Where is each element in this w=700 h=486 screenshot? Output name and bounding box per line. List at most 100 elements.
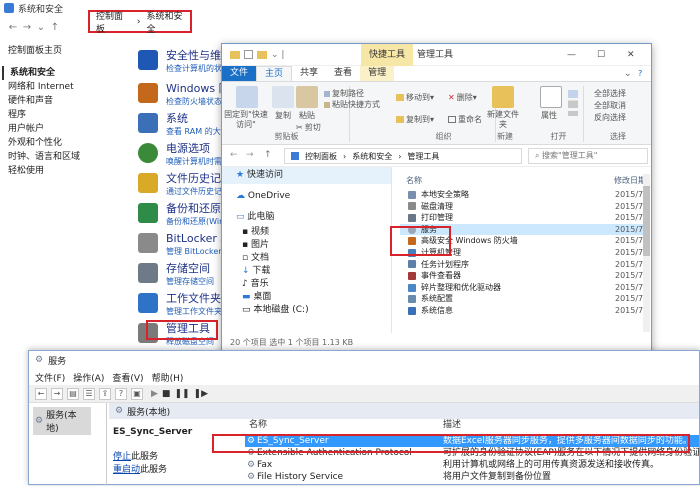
select-none-button[interactable]: 全部取消 (594, 100, 626, 111)
quick-access-dropdown-icon[interactable]: ⌄ | (271, 50, 284, 60)
cat-sub[interactable]: 管理工作文件夹 (166, 306, 222, 317)
cat-sub[interactable]: 管理 BitLocker 驱 (166, 246, 222, 257)
cat-title[interactable]: 文件历史记 (166, 172, 222, 186)
cat-power[interactable]: 电源选项唤醒计算机时需要 (166, 142, 222, 167)
cat-sub[interactable]: 备份和还原(Windo (166, 216, 222, 227)
cat-title[interactable]: 备份和还原(W (166, 202, 222, 216)
new-folder-button[interactable]: 新建文件夹 (486, 110, 520, 130)
menu-help[interactable]: 帮助(H) (152, 371, 184, 384)
paste-button[interactable]: 粘贴 (299, 110, 315, 121)
export-icon[interactable]: ⇪ (99, 387, 111, 400)
nav-user-accounts[interactable]: 用户帐户 (8, 122, 108, 136)
back-icon[interactable]: ← (35, 387, 47, 400)
close-icon[interactable]: ✕ (627, 50, 635, 60)
cat-system[interactable]: 系统查看 RAM 的大小 (166, 112, 222, 137)
cat-work-folders[interactable]: 工作文件夹 管理工作文件夹 (166, 292, 222, 317)
cat-sub[interactable]: 通过文件历史记 (166, 186, 222, 197)
explorer-search-input[interactable]: ⌕ 搜索"管理工具" (528, 148, 648, 164)
sidebar-downloads[interactable]: ↓ 下载 (222, 265, 391, 278)
tab-file[interactable]: 文件 (222, 66, 257, 81)
sidebar-quick-access[interactable]: ★ 快速访问 (222, 167, 391, 184)
cat-file-history[interactable]: 文件历史记 通过文件历史记 (166, 172, 222, 197)
menu-action[interactable]: 操作(A) (73, 371, 104, 384)
maximize-icon[interactable]: ☐ (597, 50, 605, 60)
explorer-address-bar[interactable]: 控制面板 › 系统和安全 › 管理工具 (284, 148, 522, 164)
file-item[interactable]: 磁盘清理 2015/7/ (400, 201, 650, 213)
service-row[interactable]: ⚙ File History Service 将用户文件复制到备份位置 (245, 471, 699, 483)
cat-title[interactable]: 工作文件夹 (166, 292, 222, 306)
tab-home[interactable]: 主页 (256, 66, 293, 81)
nav-clock-language[interactable]: 时钟、语言和区域 (8, 150, 108, 164)
nav-appearance[interactable]: 外观和个性化 (8, 136, 108, 150)
service-row[interactable]: ⚙ Fax 利用计算机或网络上的可用传真资源发送和接收传真。 (245, 459, 699, 471)
column-header-description[interactable]: 描述 (443, 419, 461, 431)
cat-backup[interactable]: 备份和还原(W备份和还原(Windo (166, 202, 222, 227)
file-item[interactable]: 事件查看器 2015/7/ (400, 270, 650, 282)
cat-storage-spaces[interactable]: 存储空间 管理存储空间 (166, 262, 222, 287)
back-icon[interactable]: ← (230, 150, 238, 160)
pause-icon[interactable]: ❚❚ (174, 389, 189, 399)
help-icon[interactable]: ? (115, 387, 127, 400)
tab-share[interactable]: 共享 (292, 66, 326, 81)
sidebar-music[interactable]: ♪ 音乐 (222, 278, 391, 291)
column-header-name[interactable]: 名称 (406, 175, 422, 186)
menu-file[interactable]: 文件(F) (35, 371, 65, 384)
copy-to-button[interactable]: 复制到 ▾ (396, 114, 434, 125)
recent-dropdown-icon[interactable]: ⌄ (34, 22, 48, 33)
back-icon[interactable]: ← (6, 22, 20, 33)
help-icon[interactable]: ? (638, 69, 642, 78)
cat-title[interactable]: 存储空间 (166, 262, 222, 276)
breadcrumb-item[interactable]: 系统和安全 (146, 9, 190, 35)
sidebar-this-pc[interactable]: ▭ 此电脑 (222, 209, 391, 226)
cat-title[interactable]: 电源选项 (166, 142, 222, 156)
show-tree-icon[interactable]: ▤ (67, 387, 79, 400)
stop-service-link[interactable]: 停止 (113, 452, 131, 462)
breadcrumb-item[interactable]: 控制面板 (96, 9, 131, 35)
menu-view[interactable]: 查看(V) (112, 371, 143, 384)
nav-programs[interactable]: 程序 (8, 108, 108, 122)
properties-icon[interactable]: ▣ (131, 387, 143, 400)
file-item[interactable]: 碎片整理和优化驱动器 2015/7/ (400, 282, 650, 294)
path-item[interactable]: 系统和安全 (352, 151, 392, 162)
file-list-scrollbar[interactable] (643, 174, 650, 332)
properties-quick-icon[interactable] (244, 50, 253, 59)
select-all-button[interactable]: 全部选择 (594, 88, 626, 99)
cat-title[interactable]: BitLocker 驱 (166, 232, 222, 246)
forward-icon[interactable]: → (51, 387, 63, 400)
nav-hardware[interactable]: 硬件和声音 (8, 94, 108, 108)
cat-sub[interactable]: 唤醒计算机时需要 (166, 156, 222, 167)
paste-shortcut-button[interactable]: 粘贴快捷方式 (324, 99, 380, 110)
sidebar-onedrive[interactable]: ☁ OneDrive (222, 188, 391, 205)
cat-sub[interactable]: 管理存储空间 (166, 276, 222, 287)
sidebar-pictures[interactable]: ▪ 图片 (222, 239, 391, 252)
file-item[interactable]: 系统配置 2015/7/ (400, 293, 650, 305)
pin-button[interactable]: 固定到"快速访问" (224, 110, 268, 130)
path-item[interactable]: 管理工具 (407, 151, 439, 162)
copy-button[interactable]: 复制 (275, 110, 291, 121)
file-item[interactable]: 任务计划程序 2015/7/ (400, 259, 650, 271)
path-item[interactable]: 控制面板 (305, 151, 337, 162)
invert-selection-button[interactable]: 反向选择 (594, 112, 626, 123)
minimize-icon[interactable]: — (567, 50, 576, 60)
tab-manage[interactable]: 管理 (360, 66, 395, 81)
nav-home[interactable]: 控制面板主页 (8, 44, 108, 58)
tab-view[interactable]: 查看 (326, 66, 360, 81)
sidebar-local-disk[interactable]: ▭ 本地磁盘 (C:) (222, 304, 391, 317)
breadcrumb[interactable]: 控制面板 › 系统和安全 (88, 9, 192, 35)
nav-network[interactable]: 网络和 Internet (8, 80, 108, 94)
file-item[interactable]: 本地安全策略 2015/7/ (400, 189, 650, 201)
column-header-name[interactable]: 名称 (249, 419, 267, 431)
move-to-button[interactable]: 移动到 ▾ (396, 92, 434, 103)
forward-icon[interactable]: → (20, 22, 34, 33)
cat-title[interactable]: Windows 防 (166, 82, 222, 96)
new-folder-quick-icon[interactable] (257, 50, 267, 59)
cat-sub[interactable]: 检查防火墙状态 (166, 96, 222, 107)
delete-button[interactable]: ✕ 删除 ▾ (448, 92, 477, 103)
sidebar-videos[interactable]: ▪ 视频 (222, 226, 391, 239)
cat-bitlocker[interactable]: BitLocker 驱管理 BitLocker 驱 (166, 232, 222, 257)
cat-title[interactable]: 系统 (166, 112, 222, 126)
copy-path-button[interactable]: 复制路径 (324, 88, 364, 99)
up-icon[interactable]: ↑ (264, 150, 272, 160)
properties-button[interactable]: 属性 (541, 110, 557, 121)
file-item[interactable]: 系统信息 2015/7/ (400, 305, 650, 317)
